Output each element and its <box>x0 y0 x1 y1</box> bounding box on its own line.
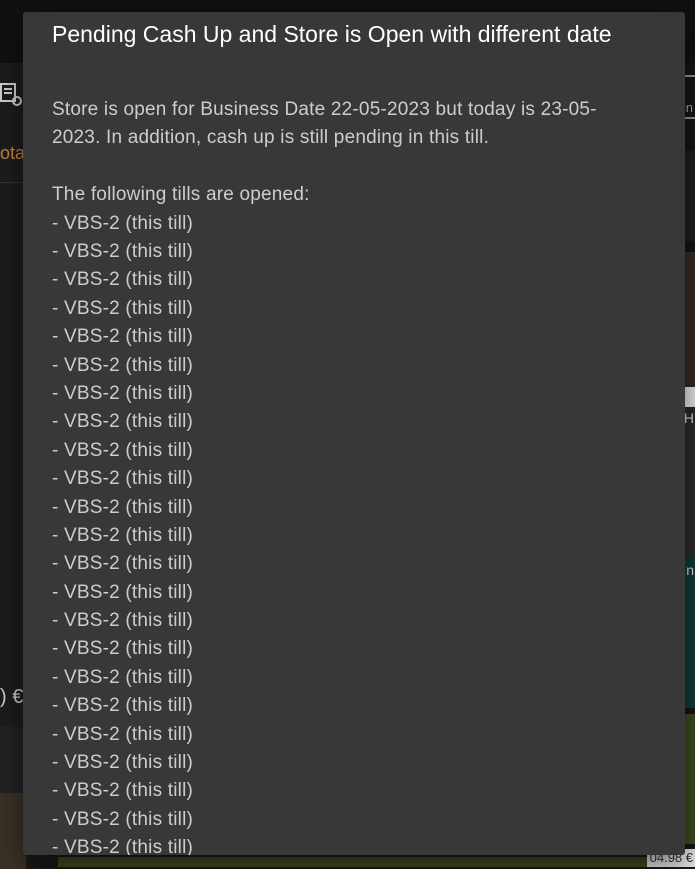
till-item: - VBS-2 (this till) <box>52 553 194 575</box>
dialog-message-line: 2023. In addition, cash up is still pend… <box>52 127 490 149</box>
dialog-body[interactable]: Store is open for Business Date 22-05-20… <box>52 96 652 855</box>
till-item: - VBS-2 (this till) <box>52 581 194 603</box>
receipt-settings-icon[interactable] <box>0 80 22 110</box>
till-item: - VBS-2 (this till) <box>52 695 194 717</box>
right-corner-text: n <box>685 100 693 115</box>
dialog-message-line: Store is open for Business Date 22-05-20… <box>52 99 597 120</box>
total-amount: ) € <box>0 686 24 708</box>
till-item: - VBS-2 (this till) <box>52 638 194 660</box>
till-item: - VBS-2 (this till) <box>52 241 194 262</box>
bottom-tile[interactable] <box>58 857 648 867</box>
till-item: - VBS-2 (this till) <box>52 752 194 774</box>
till-item: - VBS-2 (this till) <box>52 666 194 688</box>
till-item: - VBS-2 (this till) <box>52 723 194 745</box>
till-item: - VBS-2 (this till) <box>52 354 194 376</box>
till-item: - VBS-2 (this till) <box>52 212 194 234</box>
till-item: - VBS-2 (this till) <box>52 269 194 291</box>
till-item: - VBS-2 (this till) <box>52 808 194 830</box>
till-item: - VBS-2 (this till) <box>52 411 194 433</box>
till-item: - VBS-2 (this till) <box>52 524 194 546</box>
dialog-title: Pending Cash Up and Store is Open with d… <box>52 21 612 47</box>
till-item: - VBS-2 (this till) <box>52 837 194 855</box>
till-list: - VBS-2 (this till) - VBS-2 (this till) … <box>52 210 652 855</box>
total-label: ota <box>0 143 26 163</box>
till-item: - VBS-2 (this till) <box>52 297 194 319</box>
till-item: - VBS-2 (this till) <box>52 610 194 632</box>
till-item: - VBS-2 (this till) <box>52 496 194 518</box>
pending-cash-up-dialog[interactable]: Pending Cash Up and Store is Open with d… <box>23 12 685 855</box>
till-item: - VBS-2 (this till) <box>52 468 194 490</box>
till-item: - VBS-2 (this till) <box>52 780 194 802</box>
till-item: - VBS-2 (this till) <box>52 382 194 404</box>
product-tile-label: H <box>683 410 694 426</box>
till-item: - VBS-2 (this till) <box>52 326 194 348</box>
tills-heading: The following tills are opened: <box>52 184 310 206</box>
till-item: - VBS-2 (this till) <box>52 439 194 461</box>
